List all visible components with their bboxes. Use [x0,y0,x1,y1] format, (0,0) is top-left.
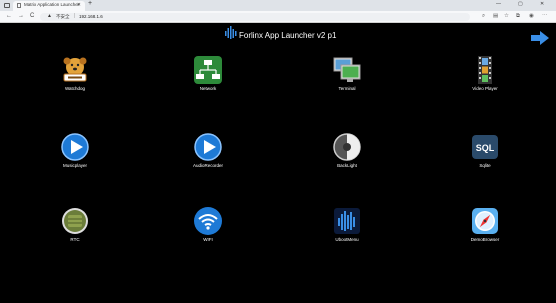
app-label: UbootMenu [335,237,359,242]
reading-icon[interactable]: ▤ [493,13,498,19]
backlight-dial-icon [333,133,361,161]
app-video-player[interactable]: Video Player [440,55,530,95]
collections-icon[interactable]: ⧉ [516,13,520,20]
network-icon [194,56,222,84]
app-ubootmenu[interactable]: UbootMenu [302,206,392,246]
zoom-icon[interactable]: ⌕ [482,13,485,20]
security-label: 不安全 [56,14,70,19]
favorite-icon[interactable]: ☆ [504,13,509,19]
launcher-header: Forlinx App Launcher v2 p1 [0,23,556,48]
warning-icon: ▲ [47,13,52,19]
app-label: DemoBrowser [470,237,500,242]
app-audiorecorder[interactable]: AudioRecorder [163,132,253,172]
app-label: Musicplayer [62,163,87,168]
rtc-chip-icon [62,208,88,234]
film-strip-icon [478,56,492,84]
play-icon [61,133,89,161]
reload-button[interactable]: C [30,13,34,19]
page-title: Forlinx App Launcher v2 p1 [239,31,337,40]
app-label: Terminal [338,86,356,91]
browser-tab-bar: Matrix Application Launcher ✕ + — ▢ ✕ [0,0,556,11]
separator: | [74,13,76,19]
app-demobrowser[interactable]: DemoBrowser [440,206,530,246]
svg-text:SQL: SQL [476,143,495,153]
back-button[interactable]: ← [6,13,12,19]
app-terminal[interactable]: Terminal [302,55,392,95]
profile-icon[interactable]: ◉ [529,13,534,19]
app-label: AudioRecorder [192,163,224,168]
app-musicplayer[interactable]: Musicplayer [30,132,120,172]
app-backlight[interactable]: BackLight [302,132,392,172]
app-label: Sqlite [479,163,491,168]
page-icon [17,3,21,8]
close-window-button[interactable]: ✕ [540,1,544,7]
right-arrow-icon[interactable] [531,31,549,45]
tab-actions-icon[interactable] [4,3,10,8]
app-label: Video Player [472,86,498,91]
app-wifi[interactable]: WIFI [163,206,253,246]
app-label: Network [199,86,217,91]
forlinx-logo-icon [225,26,237,39]
compass-icon [472,208,498,234]
browser-tab[interactable]: Matrix Application Launcher ✕ [13,1,85,11]
forward-button[interactable]: → [18,13,24,19]
minimize-button[interactable]: — [496,1,501,7]
address-text[interactable]: 192.168.1.6 [79,14,103,19]
new-tab-button[interactable]: + [88,0,92,7]
app-label: Watchdog [64,86,86,91]
app-label: RTC [70,237,80,242]
app-network[interactable]: Network [163,55,253,95]
uboot-bars-icon [334,208,360,234]
app-rtc[interactable]: RTC [30,206,120,246]
sql-icon: SQL [472,135,498,159]
terminal-icon [333,57,361,82]
tab-title: Matrix Application Launcher [24,2,80,7]
address-toolbar: ← → C ▲ 不安全 | 192.168.1.6 ⌕ ▤ ☆ ⧉ ◉ ⋯ [0,11,556,23]
app-watchdog[interactable]: Watchdog [30,55,120,95]
wifi-icon [194,207,222,235]
app-label: WIFI [203,237,213,242]
more-icon[interactable]: ⋯ [542,13,548,19]
tab-close-icon[interactable]: ✕ [77,2,81,8]
app-label: BackLight [337,163,357,168]
play-icon [194,133,222,161]
maximize-button[interactable]: ▢ [518,1,523,7]
watchdog-icon [63,57,87,82]
app-sqlite[interactable]: SQL Sqlite [440,132,530,172]
address-bar[interactable]: ▲ 不安全 | 192.168.1.6 [40,13,470,21]
